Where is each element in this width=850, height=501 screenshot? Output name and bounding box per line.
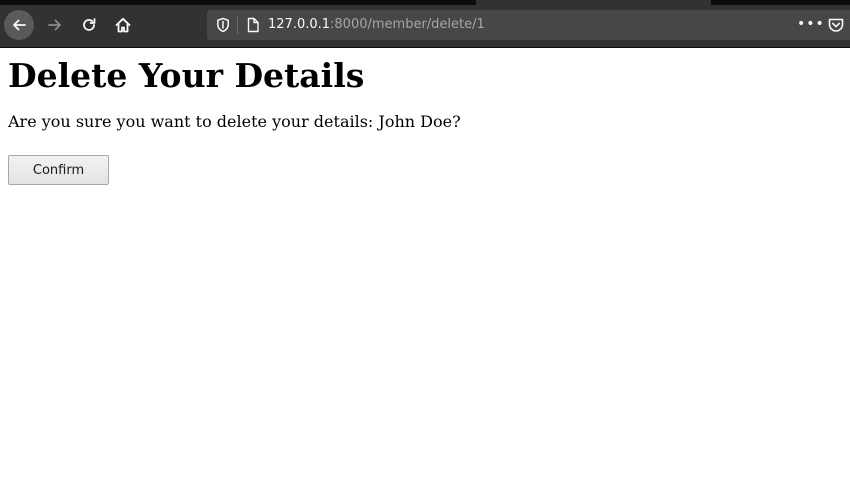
- page-actions-button[interactable]: •••: [797, 10, 825, 40]
- browser-toolbar: 127.0.0.1:8000/member/delete/1 •••: [0, 0, 850, 48]
- url-bar[interactable]: 127.0.0.1:8000/member/delete/1 •••: [207, 10, 850, 40]
- url-path: :8000/member/delete/1: [330, 17, 485, 32]
- forward-arrow-icon: [48, 19, 61, 31]
- reload-button[interactable]: [74, 10, 104, 40]
- back-button[interactable]: [4, 10, 34, 40]
- url-host: 127.0.0.1: [268, 17, 331, 32]
- pocket-icon[interactable]: [827, 16, 845, 34]
- back-arrow-icon: [13, 19, 26, 31]
- home-button[interactable]: [108, 10, 138, 40]
- reload-icon: [83, 18, 96, 31]
- home-icon: [115, 17, 131, 33]
- page-content: Delete Your Details Are you sure you wan…: [8, 48, 842, 185]
- page-icon[interactable]: [245, 17, 261, 33]
- page-title: Delete Your Details: [8, 56, 365, 95]
- forward-button[interactable]: [40, 10, 70, 40]
- active-tab[interactable]: [476, 0, 711, 5]
- confirm-button[interactable]: Confirm: [8, 155, 109, 185]
- shield-icon[interactable]: [215, 17, 231, 33]
- url-text[interactable]: 127.0.0.1:8000/member/delete/1: [268, 10, 485, 40]
- url-separator: [237, 16, 238, 34]
- confirmation-message: Are you sure you want to delete your det…: [8, 112, 461, 131]
- tab-strip: [0, 0, 850, 5]
